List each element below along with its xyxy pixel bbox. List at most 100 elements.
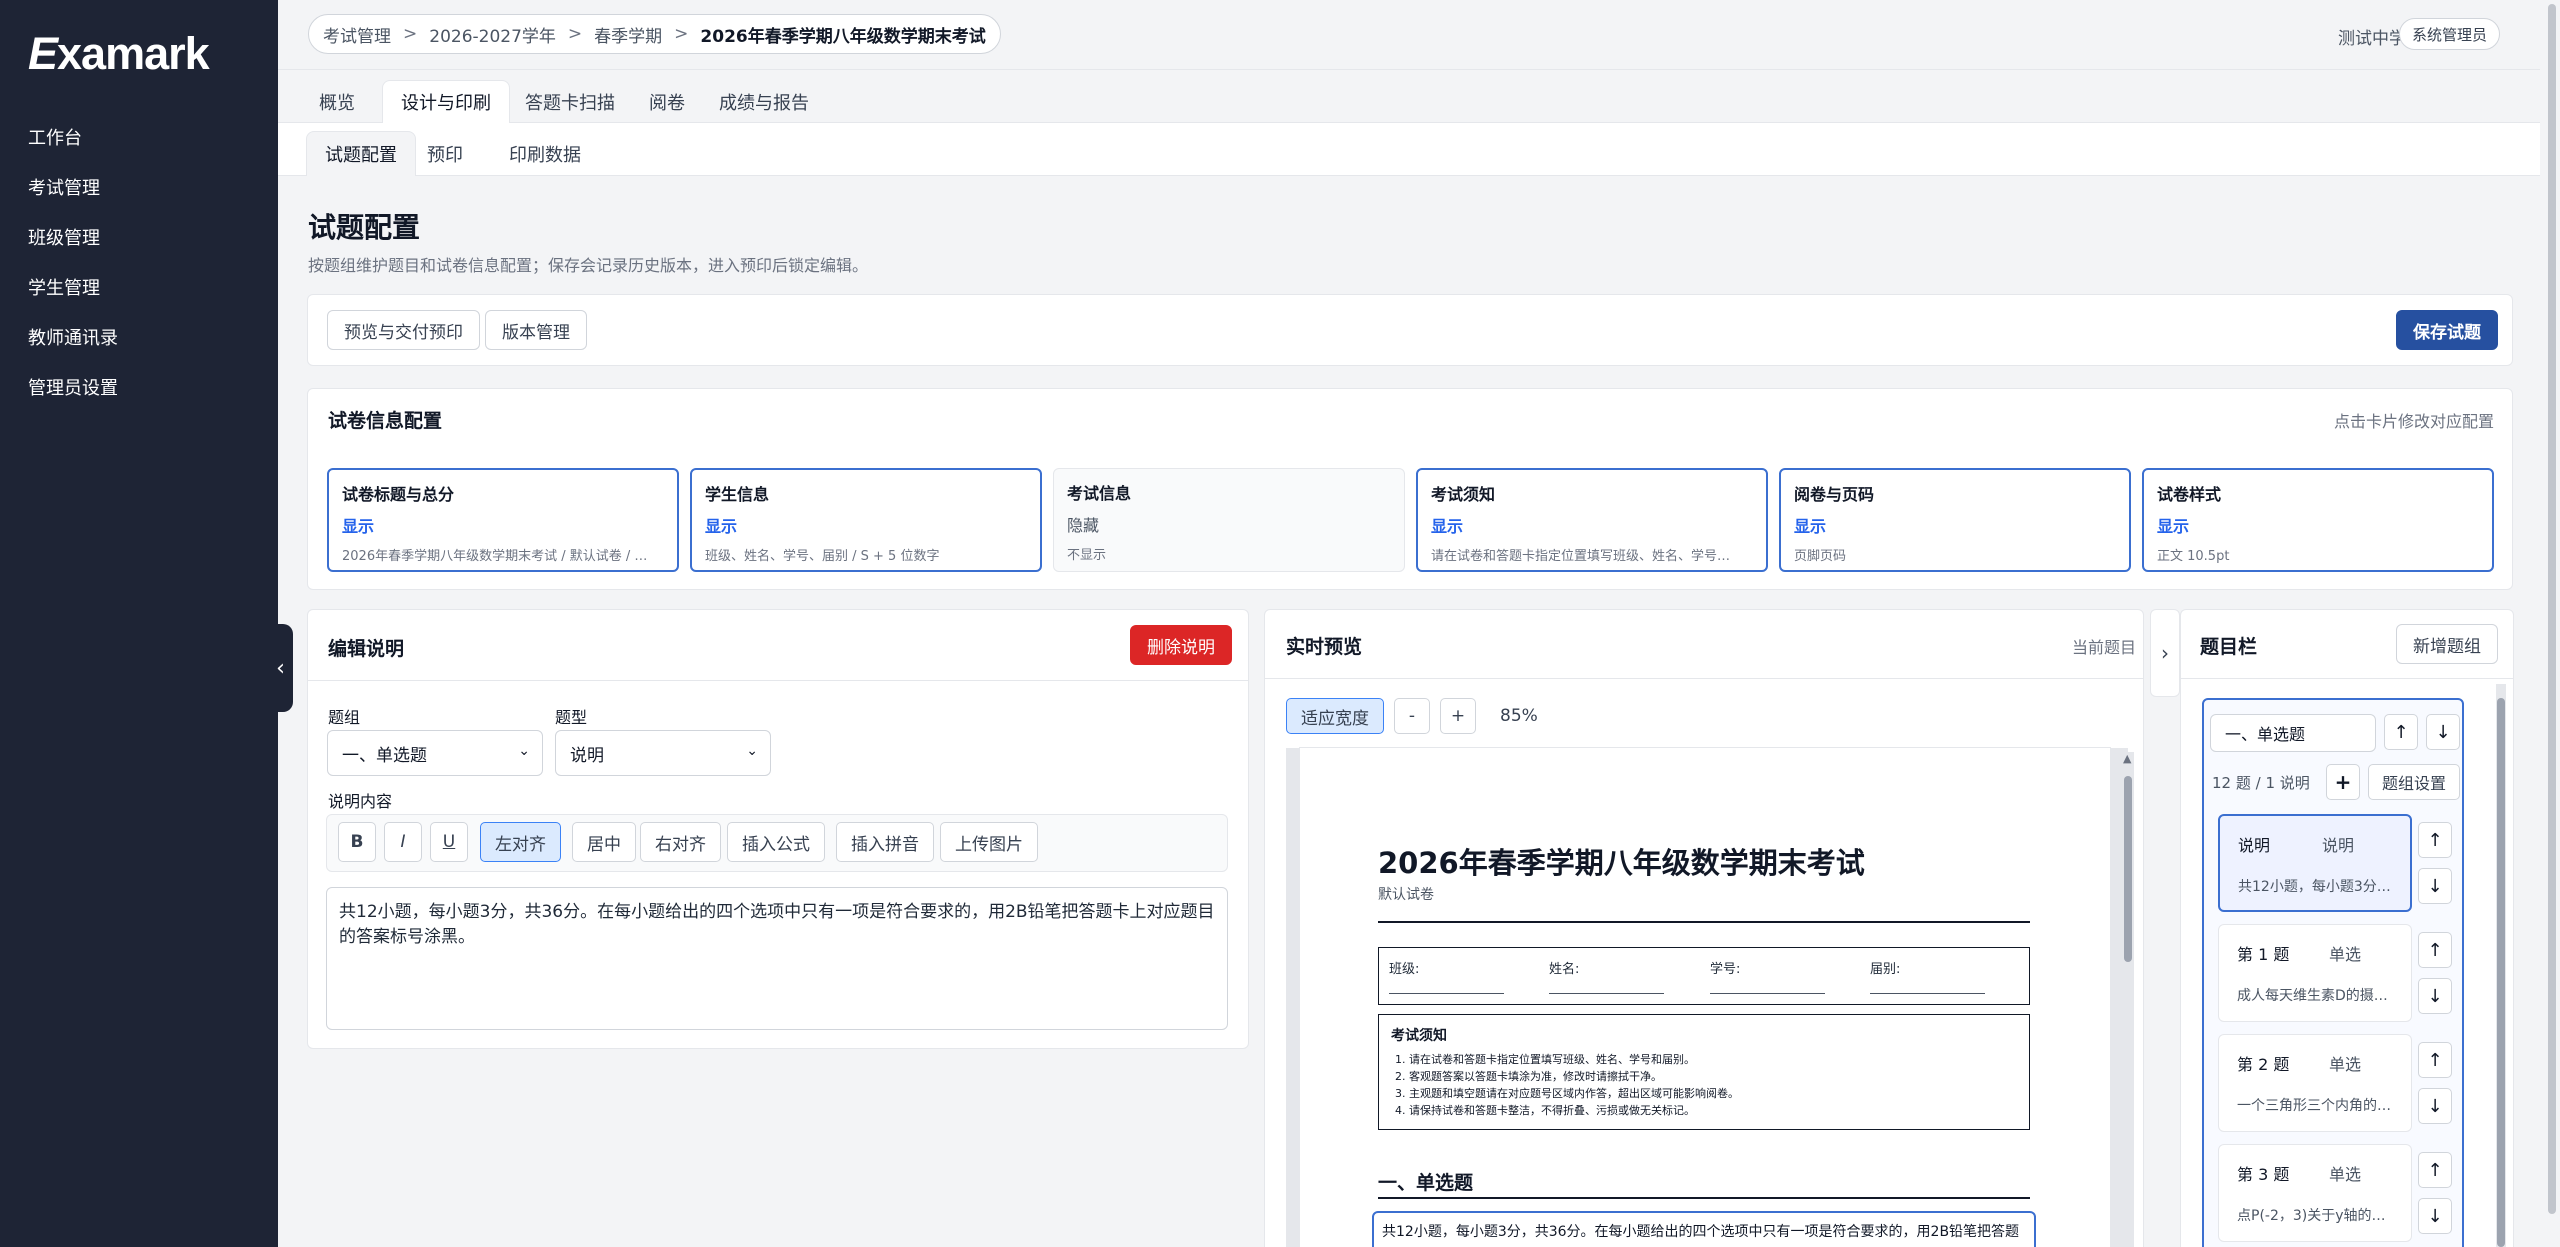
move-down-button[interactable]: ↓ [2418, 868, 2452, 904]
sub-tabs: 试题配置 预印 印刷数据 [278, 123, 2540, 176]
move-down-button[interactable]: ↓ [2418, 1198, 2452, 1234]
preview-scroll-thumb[interactable] [2124, 776, 2132, 962]
field-student-id: 学号: [1710, 958, 1825, 994]
sidebar-item-exam-management[interactable]: 考试管理 [28, 174, 100, 200]
add-question-button[interactable]: + [2326, 764, 2360, 800]
move-up-button[interactable]: ↑ [2418, 1042, 2452, 1078]
question-panel-scroll-thumb[interactable] [2497, 698, 2505, 1247]
question-item-type: 单选 [2329, 945, 2362, 964]
sidebar-item-class-management[interactable]: 班级管理 [28, 224, 100, 250]
group-settings-button[interactable]: 题组设置 [2368, 764, 2460, 800]
subtab-print-data[interactable]: 印刷数据 [490, 131, 600, 176]
question-item-head: 第 3 题 [2237, 1165, 2290, 1184]
info-card-title-score[interactable]: 试卷标题与总分 显示 2026年春季学期八年级数学期末考试 / 默认试卷 / … [327, 468, 679, 572]
info-card-desc: 页脚页码 [1794, 549, 1847, 564]
breadcrumb-item[interactable]: 2026-2027学年 [429, 22, 556, 47]
type-select[interactable]: 说明 ⌄ [555, 730, 771, 776]
info-card-status: 隐藏 [1067, 516, 1100, 535]
group-move-up-button[interactable]: ↑ [2384, 714, 2418, 750]
exam-info-title: 试卷信息配置 [328, 410, 443, 432]
section-rule [1378, 1197, 2030, 1199]
info-card-student-info[interactable]: 学生信息 显示 班级、姓名、学号、届别 / S + 5 位数字 [690, 468, 1042, 572]
question-item-type: 说明 [2322, 836, 2355, 855]
breadcrumb-item[interactable]: 春季学期 [594, 22, 662, 47]
save-button[interactable]: 保存试题 [2396, 310, 2498, 350]
tab-overview[interactable]: 概览 [300, 80, 374, 123]
info-card-title: 学生信息 [705, 485, 770, 504]
info-card-desc: 请在试卷和答题卡指定位置填写班级、姓名、学号… [1431, 549, 1731, 564]
content-label: 说明内容 [328, 792, 393, 811]
align-right-button[interactable]: 右对齐 [640, 822, 721, 862]
question-item-note[interactable]: 说明 说明 共12小题，每小题3分… [2218, 814, 2412, 912]
sidebar-item-student-management[interactable]: 学生管理 [28, 274, 100, 300]
question-item[interactable]: 第 3 题 单选 点P(-2，3)关于y轴的… [2218, 1144, 2412, 1242]
info-card-desc: 班级、姓名、学号、届别 / S + 5 位数字 [705, 549, 940, 564]
arrow-down-icon: ↓ [2435, 721, 2451, 743]
note-content-editor[interactable]: 共12小题，每小题3分，共36分。在每小题给出的四个选项中只有一项是符合要求的，… [326, 887, 1228, 1030]
subtab-preprint[interactable]: 预印 [408, 131, 482, 176]
field-class: 班级: [1389, 958, 1504, 994]
page-scroll-thumb[interactable] [2548, 4, 2556, 1214]
breadcrumb-item[interactable]: 考试管理 [323, 22, 391, 47]
student-info-box: 班级: 姓名: 学号: 届别: [1378, 947, 2030, 1005]
zoom-out-button[interactable]: - [1394, 698, 1430, 734]
info-card-exam-notice[interactable]: 考试须知 显示 请在试卷和答题卡指定位置填写班级、姓名、学号… [1416, 468, 1768, 572]
align-left-button[interactable]: 左对齐 [480, 822, 561, 862]
group-select[interactable]: 一、单选题 ⌄ [327, 730, 543, 776]
version-management-button[interactable]: 版本管理 [485, 310, 587, 350]
group-name-input[interactable]: 一、单选题 [2210, 714, 2376, 752]
arrow-up-icon: ↑ [2427, 1159, 2443, 1181]
info-card-status: 显示 [1794, 517, 1827, 536]
insert-pinyin-button[interactable]: 插入拼音 [836, 822, 934, 862]
italic-button[interactable]: I [384, 822, 422, 862]
panel-expand-button[interactable]: › [2150, 609, 2180, 697]
section-title: 一、单选题 [1378, 1172, 1474, 1194]
notice-title: 考试须知 [1391, 1028, 1447, 1044]
breadcrumb-separator: > [567, 24, 583, 44]
info-card-exam-info[interactable]: 考试信息 隐藏 不显示 [1053, 468, 1405, 572]
sidebar-item-admin-settings[interactable]: 管理员设置 [28, 374, 118, 400]
fit-width-button[interactable]: 适应宽度 [1286, 698, 1384, 734]
group-label: 题组 [328, 708, 361, 727]
question-item-desc: 点P(-2，3)关于y轴的… [2237, 1208, 2386, 1224]
app-logo[interactable]: Examark [28, 28, 210, 80]
role-badge[interactable]: 系统管理员 [2398, 18, 2500, 50]
upload-image-button[interactable]: 上传图片 [940, 822, 1038, 862]
align-center-button[interactable]: 居中 [572, 822, 636, 862]
move-up-button[interactable]: ↑ [2418, 822, 2452, 858]
info-card-marking-page[interactable]: 阅卷与页码 显示 页脚页码 [1779, 468, 2131, 572]
info-card-paper-style[interactable]: 试卷样式 显示 正文 10.5pt [2142, 468, 2494, 572]
section-description-highlight[interactable]: 共12小题，每小题3分，共36分。在每小题给出的四个选项中只有一项是符合要求的，… [1372, 1211, 2036, 1247]
school-name: 测试中学 [2338, 29, 2406, 49]
zoom-in-button[interactable]: + [1440, 698, 1476, 734]
tab-marking[interactable]: 阅卷 [630, 80, 704, 123]
question-item[interactable]: 第 2 题 单选 一个三角形三个内角的… [2218, 1034, 2412, 1132]
sidebar-item-workbench[interactable]: 工作台 [28, 124, 82, 150]
move-down-button[interactable]: ↓ [2418, 978, 2452, 1014]
underline-button[interactable]: U [430, 822, 468, 862]
move-up-button[interactable]: ↑ [2418, 1152, 2452, 1188]
sidebar-item-teacher-directory[interactable]: 教师通讯录 [28, 324, 118, 350]
move-down-button[interactable]: ↓ [2418, 1088, 2452, 1124]
group-move-down-button[interactable]: ↓ [2426, 714, 2460, 750]
chevron-down-icon: ⌄ [746, 743, 758, 759]
zoom-level: 85% [1500, 706, 1538, 726]
chevron-right-icon: › [2161, 641, 2169, 665]
move-up-button[interactable]: ↑ [2418, 932, 2452, 968]
page-title: 试题配置 [308, 211, 421, 244]
bold-button[interactable]: B [338, 822, 376, 862]
add-group-button[interactable]: 新增题组 [2396, 624, 2498, 664]
scroll-up-icon[interactable]: ▲ [2123, 752, 2131, 765]
breadcrumb-current: 2026年春季学期八年级数学期末考试 [700, 26, 986, 47]
subtab-question-config[interactable]: 试题配置 [306, 131, 416, 176]
delete-note-button[interactable]: 删除说明 [1130, 625, 1232, 665]
info-card-desc: 正文 10.5pt [2157, 549, 2230, 564]
tab-scores-reports[interactable]: 成绩与报告 [700, 80, 828, 123]
tab-design-print[interactable]: 设计与印刷 [382, 80, 510, 123]
tab-answer-sheet-scan[interactable]: 答题卡扫描 [506, 80, 634, 123]
insert-formula-button[interactable]: 插入公式 [727, 822, 825, 862]
preview-delivery-button[interactable]: 预览与交付预印 [327, 310, 480, 350]
question-item-type: 单选 [2329, 1165, 2362, 1184]
question-item[interactable]: 第 1 题 单选 成人每天维生素D的摄… [2218, 924, 2412, 1022]
question-item-head: 说明 [2238, 836, 2271, 855]
